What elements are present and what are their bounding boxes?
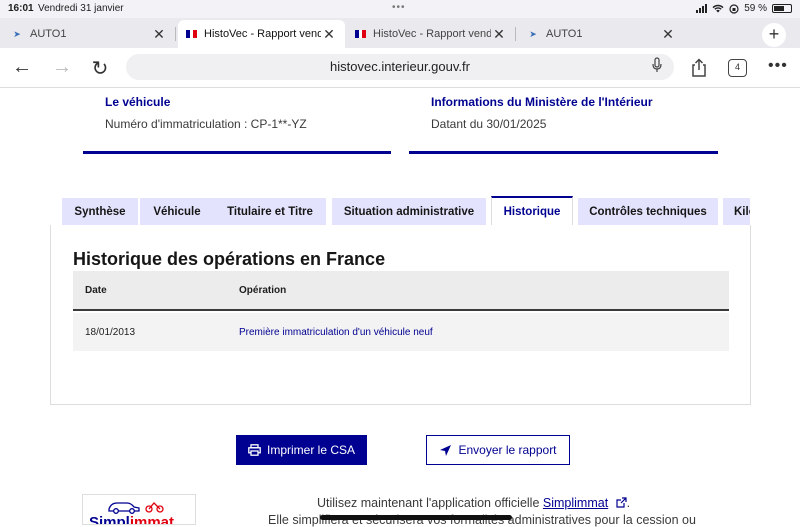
print-csa-button[interactable]: Imprimer le CSA: [236, 435, 367, 465]
cellular-signal-icon: [696, 4, 708, 13]
tab-count-button[interactable]: 4: [728, 59, 747, 77]
back-arrow-icon[interactable]: ←: [10, 56, 34, 79]
tab-label: AUTO1: [30, 28, 67, 40]
home-indicator[interactable]: [320, 515, 512, 520]
car-icon: [108, 502, 164, 514]
table-header: Date Opération: [73, 271, 729, 311]
close-icon[interactable]: ✕: [321, 26, 337, 43]
column-date: Date: [85, 285, 107, 296]
microphone-icon[interactable]: [652, 57, 662, 73]
wifi-icon: [712, 4, 724, 13]
browser-tab-histovec-active[interactable]: HistoVec - Rapport vendeur ✕: [178, 20, 345, 48]
logo-text: Simplimmat: [89, 514, 175, 525]
reload-icon[interactable]: ↻: [88, 56, 112, 81]
close-icon[interactable]: ✕: [491, 26, 507, 43]
status-time: 16:01: [8, 3, 34, 14]
browser-toolbar: ← → ↻ histovec.interieur.gouv.fr 4 •••: [0, 48, 800, 88]
french-flag-icon: [355, 30, 367, 38]
history-title: Historique des opérations en France: [73, 249, 386, 269]
browser-tab-auto1[interactable]: ➤ AUTO1 ✕: [0, 20, 176, 48]
browser-tab-auto1-2[interactable]: ➤ AUTO1 ✕: [516, 20, 684, 48]
registration-number: Numéro d'immatriculation : CP-1**-YZ: [105, 117, 307, 131]
battery-icon: [772, 4, 792, 13]
french-flag-icon: [186, 30, 198, 38]
printer-icon: [248, 444, 261, 456]
vehicle-card-title: Le véhicule: [105, 95, 171, 109]
vehicle-card: Le véhicule Numéro d'immatriculation : C…: [83, 88, 391, 154]
close-icon[interactable]: ✕: [660, 26, 676, 43]
simplimmat-link[interactable]: Simplimmat: [543, 496, 608, 510]
ministry-date: Datant du 30/01/2025: [431, 117, 547, 131]
report-tabs: Synthèse Véhicule Titulaire et Titre Sit…: [62, 196, 750, 226]
send-report-button[interactable]: Envoyer le rapport: [426, 435, 570, 465]
auto1-icon: ➤: [529, 28, 537, 39]
close-icon[interactable]: ✕: [151, 26, 167, 43]
send-label: Envoyer le rapport: [458, 443, 557, 457]
browser-tab-bar: ➤ AUTO1 ✕ HistoVec - Rapport vendeur ✕ H…: [0, 18, 800, 48]
status-indicators: 59 %: [696, 3, 792, 14]
simplimmat-logo[interactable]: Simplimmat: [82, 494, 196, 525]
battery-percent: 59 %: [744, 3, 767, 14]
share-icon[interactable]: [690, 58, 708, 78]
status-date: Vendredi 31 janvier: [38, 3, 124, 14]
ministry-card: Informations du Ministère de l'Intérieur…: [409, 88, 718, 154]
tab-historique[interactable]: Historique: [491, 196, 573, 226]
history-panel: Historique des opérations en France Date…: [50, 225, 751, 405]
forward-arrow-icon[interactable]: →: [50, 56, 74, 79]
print-label: Imprimer le CSA: [266, 443, 355, 457]
tab-label: AUTO1: [546, 28, 583, 40]
address-bar[interactable]: histovec.interieur.gouv.fr: [126, 54, 674, 80]
status-bar: 16:01 Vendredi 31 janvier ••• 59 %: [0, 0, 800, 18]
new-tab-button[interactable]: +: [762, 23, 786, 47]
tab-synthese[interactable]: Synthèse: [62, 198, 138, 226]
tab-titulaire[interactable]: Titulaire et Titre: [214, 198, 326, 226]
tab-vehicule[interactable]: Véhicule: [140, 198, 214, 226]
tab-kilometrage[interactable]: Kilo: [723, 198, 750, 226]
orientation-lock-icon: [729, 3, 739, 14]
tab-situation-administrative[interactable]: Situation administrative: [332, 198, 486, 226]
more-options-icon[interactable]: •••: [768, 57, 788, 75]
external-link-icon[interactable]: [616, 497, 627, 508]
row-date: 18/01/2013: [85, 327, 136, 338]
table-row: 18/01/2013 Première immatriculation d'un…: [73, 313, 729, 351]
tab-label: HistoVec - Rapport vendeur: [204, 28, 321, 40]
tab-controles-techniques[interactable]: Contrôles techniques: [578, 198, 718, 226]
auto1-icon: ➤: [13, 28, 21, 39]
row-operation: Première immatriculation d'un véhicule n…: [239, 327, 433, 338]
multitasking-dots-icon[interactable]: •••: [392, 2, 406, 13]
browser-tab-histovec[interactable]: HistoVec - Rapport vendeur ✕: [347, 20, 516, 48]
column-operation: Opération: [239, 285, 287, 296]
tab-label: HistoVec - Rapport vendeur: [373, 28, 491, 40]
ministry-card-title: Informations du Ministère de l'Intérieur: [431, 95, 653, 109]
promo-line-1: Utilisez maintenant l'application offici…: [317, 496, 631, 510]
send-arrow-icon: [440, 444, 452, 456]
